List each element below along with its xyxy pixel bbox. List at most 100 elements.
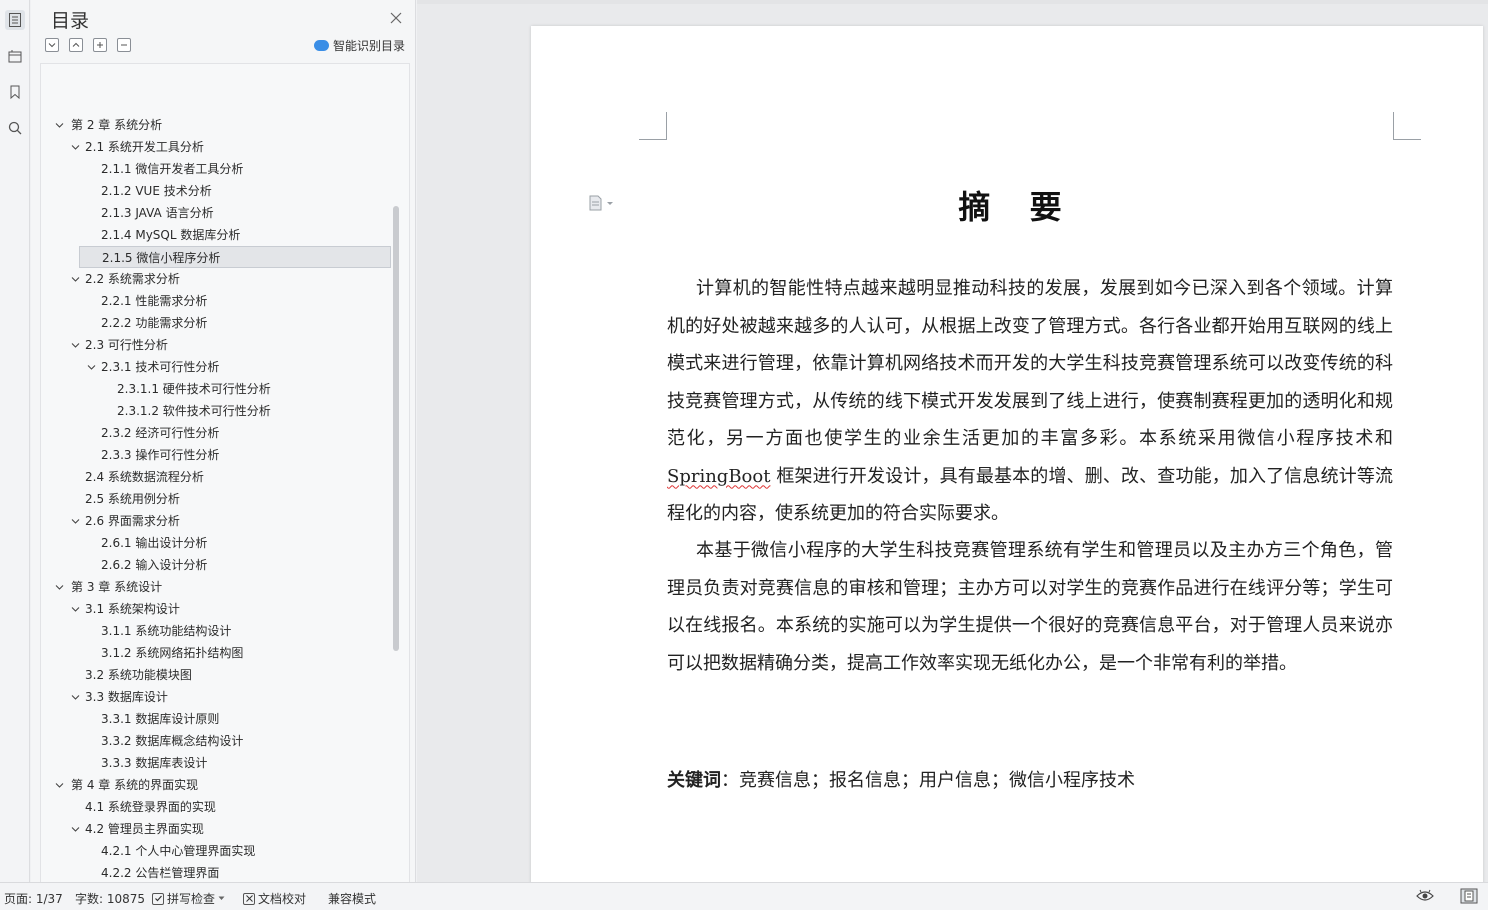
toc-item-label: 3.1.1 系统功能结构设计 <box>101 624 232 638</box>
abstract-paragraph-2[interactable]: 本基于微信小程序的大学生科技竞赛管理系统有学生和管理员以及主办方三个角色，管理员… <box>667 532 1393 682</box>
toc-item[interactable]: 3.3.2 数据库概念结构设计 <box>41 730 391 752</box>
toc-item[interactable]: 第 3 章 系统设计 <box>41 576 391 598</box>
abstract-title: 摘 要 <box>958 188 1076 226</box>
toc-item[interactable]: 2.6.2 输入设计分析 <box>41 554 391 576</box>
margin-corner-top-left <box>639 112 667 140</box>
toc-item[interactable]: 2.2.2 功能需求分析 <box>41 312 391 334</box>
margin-corner-top-right <box>1393 112 1421 140</box>
chevron-down-icon[interactable] <box>55 583 64 592</box>
toc-item[interactable]: 2.3.2 经济可行性分析 <box>41 422 391 444</box>
spell-check-button[interactable]: 拼写检查 <box>152 890 225 907</box>
toc-item-label: 3.1 系统架构设计 <box>85 602 180 616</box>
toc-item[interactable]: 2.3 可行性分析 <box>41 334 391 356</box>
toc-item-label: 4.2.2 公告栏管理界面 <box>101 866 220 880</box>
toc-item[interactable]: 3.3.1 数据库设计原则 <box>41 708 391 730</box>
doc-proofread-button[interactable]: 文档校对 <box>243 890 306 907</box>
status-bar: 页面: 1/37 字数: 10875 拼写检查 文档校对 兼容模式 <box>0 882 1488 910</box>
toc-item[interactable]: 2.1 系统开发工具分析 <box>41 136 391 158</box>
toc-item[interactable]: 2.6.1 输出设计分析 <box>41 532 391 554</box>
toc-item-label: 2.3.1.2 软件技术可行性分析 <box>117 404 271 418</box>
toc-item[interactable]: 2.1.4 MySQL 数据库分析 <box>41 224 391 246</box>
close-icon[interactable] <box>389 10 403 24</box>
page-indicator[interactable]: 页面: 1/37 <box>4 890 63 907</box>
collapse-all-icon[interactable] <box>45 38 59 52</box>
toc-item[interactable]: 2.3.1.1 硬件技术可行性分析 <box>41 378 391 400</box>
smart-toc-label: 智能识别目录 <box>333 39 406 53</box>
search-icon[interactable] <box>5 118 25 138</box>
abstract-paragraph-1[interactable]: 计算机的智能性特点越来越明显推动科技的发展，发展到如今已深入到各个领域。计算机的… <box>667 270 1393 533</box>
chevron-down-icon[interactable] <box>71 275 80 284</box>
expand-up-icon[interactable] <box>69 38 83 52</box>
toc-item[interactable]: 2.1.1 微信开发者工具分析 <box>41 158 391 180</box>
toc-item-label: 第 4 章 系统的界面实现 <box>71 778 199 792</box>
toc-item[interactable]: 4.2.2 公告栏管理界面 <box>41 862 391 882</box>
toc-item-label: 2.1.2 VUE 技术分析 <box>101 184 212 198</box>
navigation-pane-icon[interactable] <box>5 46 25 66</box>
minus-icon[interactable] <box>117 38 131 52</box>
toc-item[interactable]: 2.3.3 操作可行性分析 <box>41 444 391 466</box>
toc-item[interactable]: 2.1.2 VUE 技术分析 <box>41 180 391 202</box>
chevron-down-icon[interactable] <box>71 143 80 152</box>
chevron-down-icon[interactable] <box>55 121 64 130</box>
para1-text-b: 框架进行开发设计，具有最基本的增、删、改、查功能，加入了信息统计等流程化的内容，… <box>667 465 1393 525</box>
toc-item[interactable]: 3.3.3 数据库表设计 <box>41 752 391 774</box>
toc-item[interactable]: 2.6 界面需求分析 <box>41 510 391 532</box>
toc-icon[interactable] <box>5 10 25 30</box>
plus-icon[interactable] <box>93 38 107 52</box>
toc-scrollbar[interactable] <box>393 206 399 651</box>
doc-proofread-icon <box>243 892 255 905</box>
toc-item-label: 3.3.2 数据库概念结构设计 <box>101 734 244 748</box>
toc-item[interactable]: 第 4 章 系统的界面实现 <box>41 774 391 796</box>
toc-item-selected[interactable]: 2.1.5 微信小程序分析 <box>79 246 391 268</box>
document-page[interactable]: 摘 要 计算机的智能性特点越来越明显推动科技的发展，发展到如今已深入到各个领域。… <box>531 26 1483 882</box>
keywords-line[interactable]: 关键词：竞赛信息；报名信息；用户信息；微信小程序技术 <box>667 766 1135 792</box>
toc-item-label: 3.2 系统功能模块图 <box>85 668 192 682</box>
chevron-down-icon[interactable] <box>87 363 96 372</box>
page-view-icon[interactable] <box>1460 888 1478 904</box>
toc-item-label: 2.1.1 微信开发者工具分析 <box>101 162 244 176</box>
toc-item[interactable]: 2.3.1.2 软件技术可行性分析 <box>41 400 391 422</box>
toc-item[interactable]: 2.1.3 JAVA 语言分析 <box>41 202 391 224</box>
toc-item[interactable]: 2.4 系统数据流程分析 <box>41 466 391 488</box>
toc-item[interactable]: 4.1 系统登录界面的实现 <box>41 796 391 818</box>
chevron-down-icon <box>218 896 225 900</box>
chevron-down-icon[interactable] <box>71 605 80 614</box>
chevron-down-icon[interactable] <box>71 693 80 702</box>
smart-toc-button[interactable]: 智能识别目录 <box>314 37 405 54</box>
toc-item[interactable]: 2.2.1 性能需求分析 <box>41 290 391 312</box>
toc-item[interactable]: 3.2 系统功能模块图 <box>41 664 391 686</box>
keywords-label: 关键词 <box>667 770 721 791</box>
toc-panel: 目录 智能识别目录 第 2 章 系统分析 2.1 系统开发工具分析 2.1.1 微信… <box>31 0 416 882</box>
spellcheck-word[interactable]: SpringBoot <box>667 466 770 487</box>
chevron-down-icon[interactable] <box>71 825 80 834</box>
toc-item[interactable]: 2.5 系统用例分析 <box>41 488 391 510</box>
toc-item-label: 4.1 系统登录界面的实现 <box>85 800 216 814</box>
toc-item-label: 3.3 数据库设计 <box>85 690 168 704</box>
spell-check-label: 拼写检查 <box>167 892 216 906</box>
toc-item-label: 2.3 可行性分析 <box>85 338 168 352</box>
left-tool-rail <box>0 0 30 882</box>
chevron-down-icon[interactable] <box>71 517 80 526</box>
document-area: 摘 要 计算机的智能性特点越来越明显推动科技的发展，发展到如今已深入到各个领域。… <box>417 0 1488 882</box>
bookmark-icon[interactable] <box>5 82 25 102</box>
doc-proofread-label: 文档校对 <box>258 892 307 906</box>
eye-protection-icon[interactable] <box>1416 889 1434 903</box>
toc-item-label: 2.3.1.1 硬件技术可行性分析 <box>117 382 271 396</box>
toc-item[interactable]: 2.3.1 技术可行性分析 <box>41 356 391 378</box>
chevron-down-icon[interactable] <box>71 341 80 350</box>
toc-toolbar <box>45 38 131 52</box>
toc-item[interactable]: 3.3 数据库设计 <box>41 686 391 708</box>
toc-item-label: 2.3.1 技术可行性分析 <box>101 360 220 374</box>
chevron-down-icon[interactable] <box>55 781 64 790</box>
toc-item[interactable]: 3.1.2 系统网络拓扑结构图 <box>41 642 391 664</box>
toc-item[interactable]: 4.2.1 个人中心管理界面实现 <box>41 840 391 862</box>
word-count[interactable]: 字数: 10875 <box>75 890 145 907</box>
toc-item[interactable]: 第 2 章 系统分析 <box>41 114 391 136</box>
toc-item[interactable]: 3.1 系统架构设计 <box>41 598 391 620</box>
keywords-colon: ： <box>721 770 739 791</box>
toc-item[interactable]: 2.2 系统需求分析 <box>41 268 391 290</box>
keywords-text: 竞赛信息；报名信息；用户信息；微信小程序技术 <box>739 770 1135 791</box>
toc-item[interactable]: 3.1.1 系统功能结构设计 <box>41 620 391 642</box>
toc-item[interactable]: 4.2 管理员主界面实现 <box>41 818 391 840</box>
toc-item-label: 第 3 章 系统设计 <box>71 580 163 594</box>
